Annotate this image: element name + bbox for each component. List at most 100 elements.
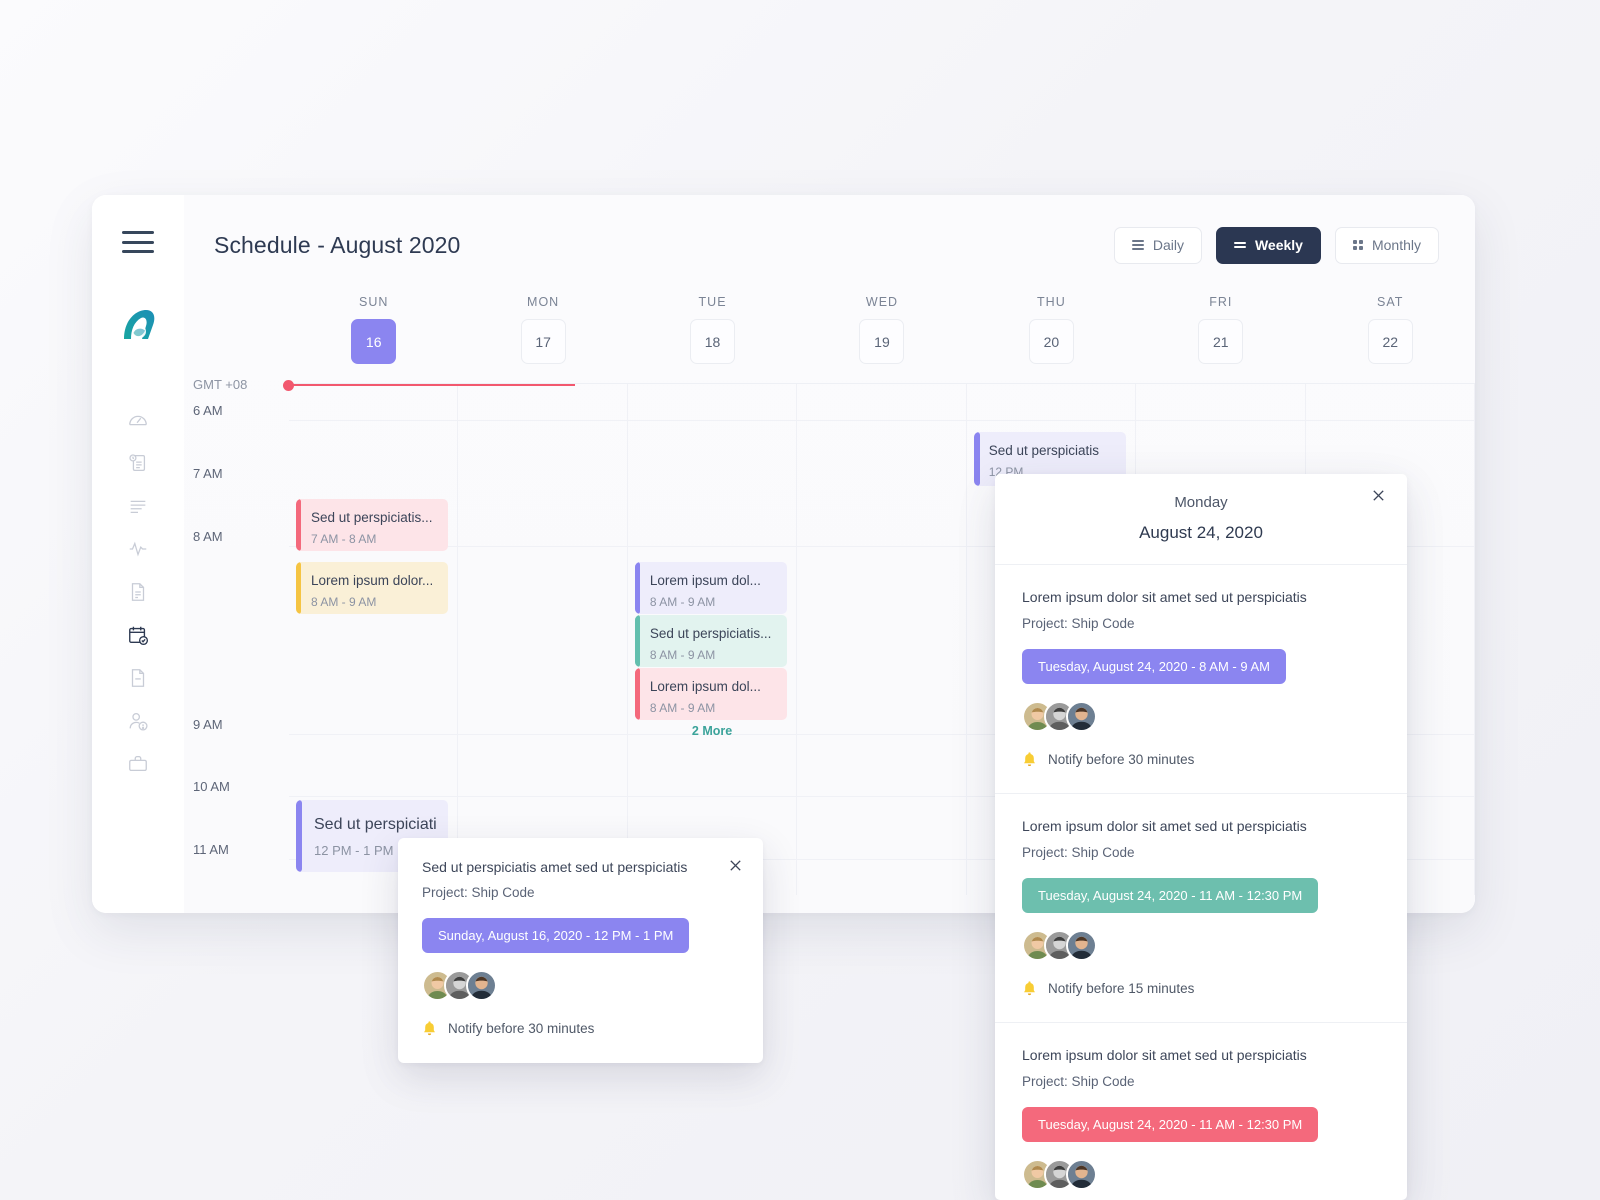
event-project: Project: Ship Code [1022,1074,1135,1089]
event-time: 8 AM - 9 AM [649,701,716,715]
day-column-sun[interactable]: Sed ut perspiciatis... 7 AM - 8 AM Lorem… [283,379,576,895]
grid-squares-icon [1352,240,1363,250]
day-number-button[interactable]: 16 [351,319,397,364]
day-number-button[interactable]: 18 [690,319,736,364]
sidebar-nav [92,398,184,785]
event-title: Lorem ipsum dolor... [311,573,434,588]
view-button-daily-label: Daily [1152,237,1184,253]
calendar-event[interactable]: Lorem ipsum dol... 8 AM - 9 AM [634,562,788,614]
time-label: 11 AM [193,842,229,857]
list-lines-icon [1131,240,1144,250]
notify-label: Notify before 30 minutes [1048,752,1195,767]
event-title: Sed ut perspiciatis [988,443,1099,458]
close-icon[interactable] [728,858,743,873]
notify-row: Notify before 15 minutes [1022,980,1380,997]
time-label: 6 AM [193,403,223,418]
panel-event-item[interactable]: Lorem ipsum dolor sit amet sed ut perspi… [995,565,1407,794]
event-time-chip: Tuesday, August 24, 2020 - 11 AM - 12:30… [1022,878,1319,913]
event-project: Project: Ship Code [1022,616,1135,631]
avatar [1066,1159,1097,1190]
time-gutter: GMT +08 6 AM 7 AM 8 AM 9 AM 10 AM 11 AM [184,377,289,895]
event-time: 8 AM - 9 AM [649,595,716,609]
day-header-sat: SAT 22 [1306,295,1475,383]
day-header-mon: MON 17 [458,295,627,383]
sidebar-item-activity[interactable] [92,527,184,570]
popup-time-chip: Sunday, August 16, 2020 - 12 PM - 1 PM [422,918,690,953]
page-root: Schedule - August 2020 Daily Weekly Mont… [0,0,1600,1200]
popup-title: Sed ut perspiciatis amet sed ut perspici… [422,859,688,875]
day-column-wed[interactable] [797,384,967,895]
view-toggle-group: Daily Weekly Monthly [1113,226,1439,264]
day-number-button[interactable]: 17 [520,319,566,364]
day-number-button[interactable]: 21 [1198,319,1244,364]
sidebar-item-lists[interactable] [92,484,184,527]
day-label: FRI [1209,295,1233,309]
time-label: 7 AM [193,466,223,481]
sidebar-item-briefcase[interactable] [92,742,184,785]
event-time-chip: Tuesday, August 24, 2020 - 11 AM - 12:30… [1022,1107,1319,1142]
attendee-avatars [422,970,739,1001]
current-time-dot [283,379,294,391]
panel-event-item[interactable]: Lorem ipsum dolor sit amet sed ut perspi… [995,794,1407,1023]
toolbar: Schedule - August 2020 Daily Weekly Mont… [184,195,1475,295]
day-header-wed: WED 19 [797,295,966,383]
view-button-weekly-label: Weekly [1254,237,1303,253]
day-label: THU [1037,295,1066,309]
sidebar-item-documents[interactable] [92,570,184,613]
more-events-link[interactable]: 2 More [628,724,796,738]
event-title: Lorem ipsum dolor sit amet sed ut perspi… [1022,589,1307,605]
calendar-event[interactable]: Lorem ipsum dol... 8 AM - 9 AM [634,668,788,720]
event-title: Sed ut perspiciatis [314,816,437,833]
avatar [466,970,497,1001]
timezone-label: GMT +08 [193,377,248,392]
panel-header: Monday August 24, 2020 [995,474,1407,565]
notify-label: Notify before 15 minutes [1048,981,1195,996]
day-number-button[interactable]: 20 [1028,319,1074,364]
page-title: Schedule - August 2020 [214,231,461,258]
time-label: 10 AM [193,779,230,794]
sidebar-item-contacts[interactable] [92,699,184,742]
close-icon[interactable] [1371,488,1386,503]
event-time: 8 AM - 9 AM [311,595,377,609]
day-label: MON [527,295,560,309]
bell-icon [1022,751,1037,768]
attendee-avatars [1022,1159,1380,1190]
event-detail-popup: Sed ut perspiciatis amet sed ut perspici… [398,838,763,1063]
sidebar-item-schedule[interactable] [92,613,184,656]
notify-row: Notify before 30 minutes [422,1020,739,1037]
sidebar-item-files[interactable] [92,656,184,699]
popup-project: Project: Ship Code [422,885,535,900]
event-title: Lorem ipsum dol... [649,573,761,588]
view-button-weekly[interactable]: Weekly [1215,226,1321,264]
current-time-indicator [283,379,576,391]
day-column-mon[interactable] [458,384,628,895]
day-label: WED [865,295,899,309]
day-detail-panel: Monday August 24, 2020 Lorem ipsum dolor… [995,474,1407,1200]
event-title: Lorem ipsum dol... [649,679,761,694]
hamburger-menu-icon[interactable] [122,231,154,253]
event-time: 7 AM - 8 AM [311,532,377,546]
event-time: 8 AM - 9 AM [649,648,716,662]
calendar-event[interactable]: Sed ut perspiciatis... 7 AM - 8 AM [296,499,449,551]
day-header-thu: THU 20 [967,295,1136,383]
sidebar-item-dashboard[interactable] [92,398,184,441]
attendee-avatars [1022,930,1380,961]
day-header-row: SUN 16 MON 17 TUE 18 WED 19 THU 20 FRI 2… [184,295,1475,383]
day-column-tue[interactable]: Lorem ipsum dol... 8 AM - 9 AM Sed ut pe… [628,384,798,895]
time-label: 8 AM [193,529,223,544]
attendee-avatars [1022,701,1380,732]
bell-icon [1022,980,1037,997]
event-time-chip: Tuesday, August 24, 2020 - 8 AM - 9 AM [1022,649,1286,684]
day-number-button[interactable]: 22 [1367,319,1413,364]
calendar-event[interactable]: Lorem ipsum dolor... 8 AM - 9 AM [296,562,449,614]
day-header-fri: FRI 21 [1136,295,1305,383]
calendar-event[interactable]: Sed ut perspiciatis... 8 AM - 9 AM [634,615,788,667]
view-button-daily[interactable]: Daily [1113,226,1202,264]
day-header-sun: SUN 16 [289,295,458,383]
view-button-monthly[interactable]: Monthly [1334,226,1439,264]
day-number-button[interactable]: 19 [859,319,905,364]
panel-event-item[interactable]: Lorem ipsum dolor sit amet sed ut perspi… [995,1023,1407,1200]
day-label: SAT [1377,295,1404,309]
sidebar [92,195,184,913]
sidebar-item-reports[interactable] [92,441,184,484]
